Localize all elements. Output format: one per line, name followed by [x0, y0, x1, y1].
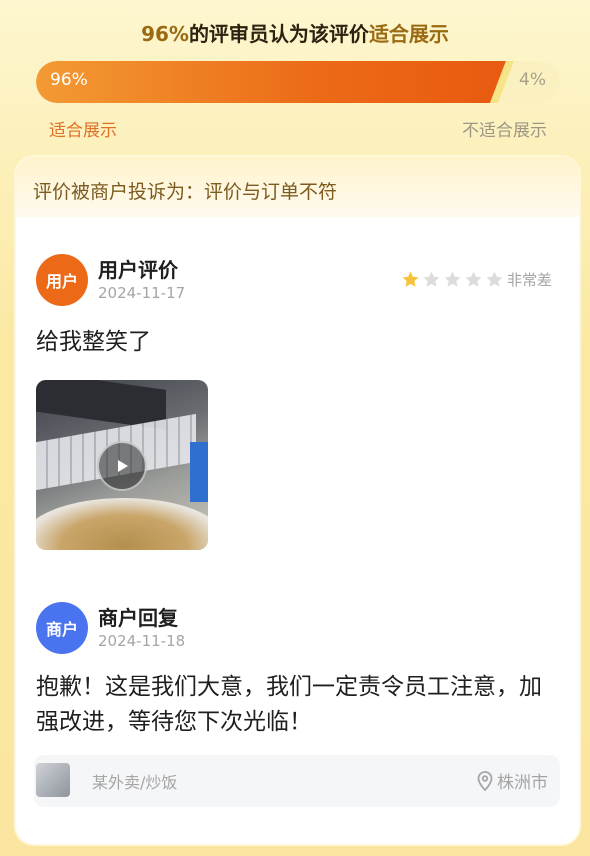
- vote-bar-suitable-percent: 96%: [50, 70, 88, 90]
- vote-bar-suitable-fill: [36, 61, 506, 103]
- vote-bar-unsuitable-percent: 4%: [519, 70, 546, 90]
- shop-info-bar[interactable]: 某外卖/炒饭 株洲市: [34, 755, 560, 807]
- star-empty-icon: [423, 271, 440, 287]
- video-frame-food-bowl: [36, 498, 208, 550]
- headline-middle: 的评审员认为该评价: [188, 22, 369, 46]
- review-video-thumbnail[interactable]: [36, 380, 208, 550]
- video-frame-object: [190, 442, 208, 502]
- star-rating: 非常差: [401, 269, 552, 290]
- merchant-reply-text: 抱歉！这是我们大意，我们一定责令员工注意，加强改进，等待您下次光临！: [36, 674, 542, 735]
- shop-location: 株洲市: [477, 768, 548, 793]
- merchant-avatar: 商户: [36, 602, 88, 654]
- legend-suitable: 适合展示: [49, 121, 117, 141]
- legend-unsuitable: 不适合展示: [462, 121, 547, 141]
- play-icon[interactable]: [97, 441, 147, 491]
- vote-progress-bar: 96% 4%: [36, 61, 560, 103]
- merchant-reply-title: 商户回复: [98, 606, 178, 630]
- headline-highlight: 适合展示: [368, 22, 449, 46]
- rating-text: 非常差: [507, 271, 553, 289]
- merchant-reply-date: 2024-11-18: [98, 632, 186, 650]
- complaint-banner: 评价被商户投诉为：评价与订单不符: [16, 157, 579, 217]
- shop-location-text: 株洲市: [497, 773, 548, 793]
- user-review-title: 用户评价: [98, 258, 178, 282]
- star-empty-icon: [465, 271, 482, 287]
- star-empty-icon: [444, 271, 461, 287]
- shop-name: 某外卖/炒饭: [92, 773, 178, 792]
- review-card: 评价被商户投诉为：评价与订单不符 用户 用户评价 2024-11-17 非常差 …: [16, 157, 579, 844]
- location-pin-icon: [477, 770, 493, 791]
- user-review-text: 给我整笑了: [36, 329, 151, 355]
- star-filled-icon: [402, 271, 419, 287]
- star-empty-icon: [486, 271, 503, 287]
- user-avatar: 用户: [36, 254, 88, 306]
- headline-percent: 96%: [141, 22, 189, 46]
- review-verdict-headline: 96%的评审员认为该评价适合展示: [0, 18, 590, 47]
- shop-thumbnail: [36, 763, 70, 797]
- user-review-date: 2024-11-17: [98, 284, 186, 302]
